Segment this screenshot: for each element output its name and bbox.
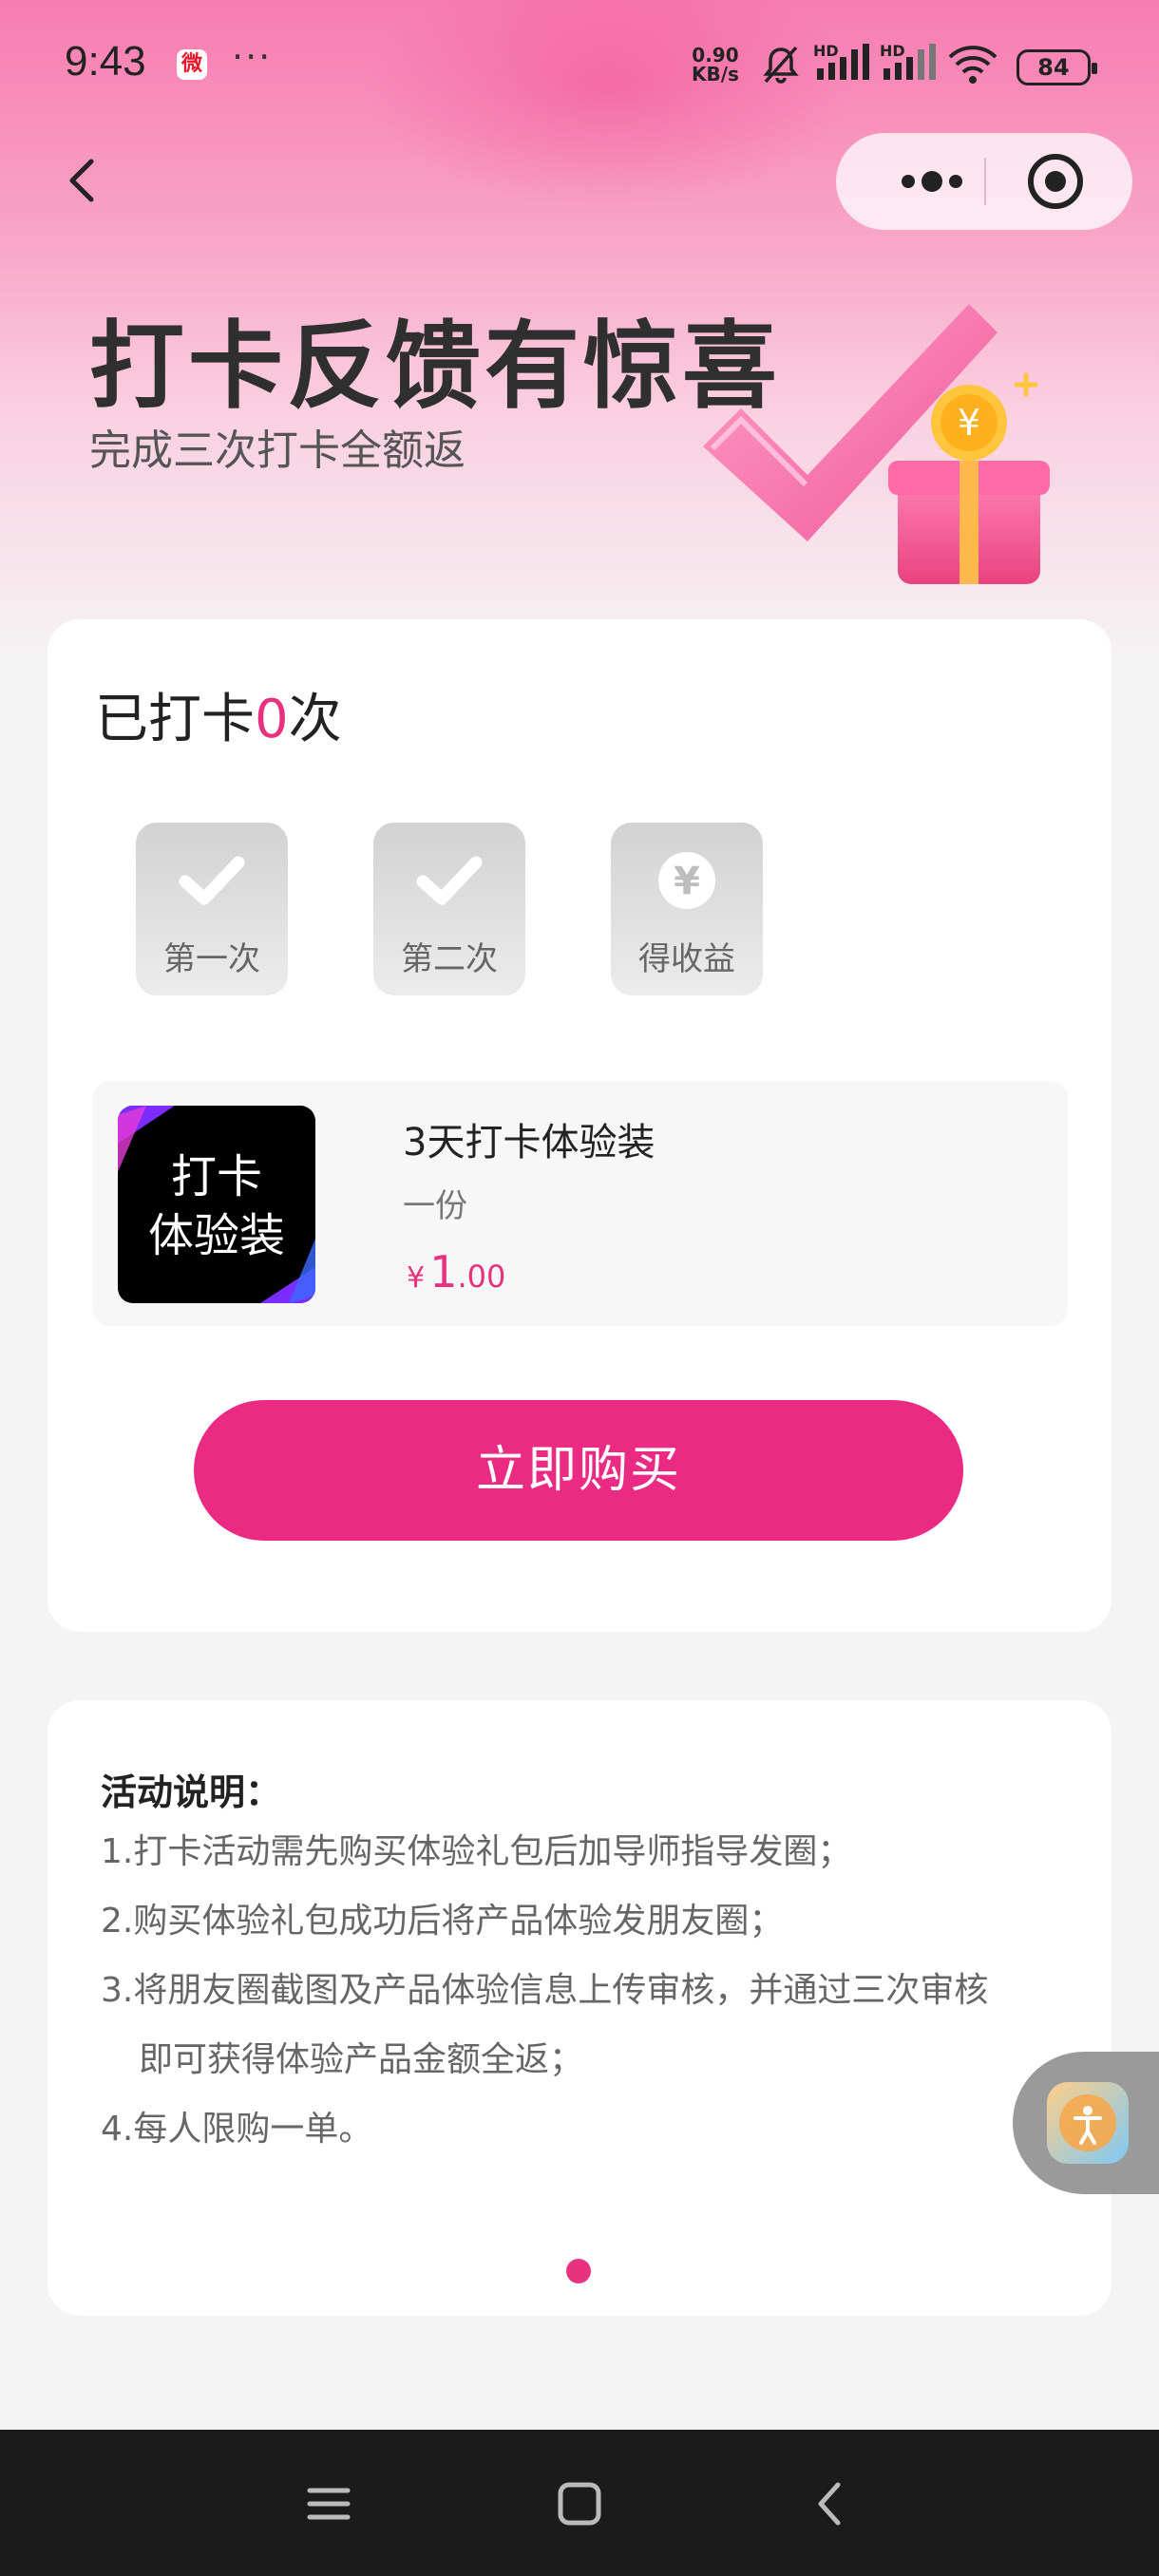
rule-item: 2.购买体验礼包成功后将产品体验发朋友圈； [101, 1902, 784, 1941]
buy-now-button[interactable]: 立即购买 [194, 1400, 963, 1541]
step-label: 得收益 [638, 940, 735, 978]
step-earn: ¥ 得收益 [611, 823, 763, 995]
check-icon [416, 856, 483, 905]
signal-2-icon: HD [880, 42, 939, 84]
price-integer: 1 [429, 1246, 458, 1297]
system-navigation-bar [0, 2430, 1159, 2576]
step-label: 第一次 [163, 940, 260, 978]
step-first: 第一次 [136, 823, 288, 995]
price-decimal: .00 [457, 1259, 506, 1295]
network-speed: 0.90 KB/s [692, 46, 739, 84]
accessibility-icon [1059, 2094, 1116, 2151]
svg-text:¥: ¥ [674, 860, 700, 903]
product-quantity: 一份 [403, 1187, 467, 1225]
product-image-line2: 体验装 [147, 1209, 285, 1262]
svg-text:¥: ¥ [958, 402, 980, 444]
more-options-icon[interactable] [880, 133, 984, 230]
miniprogram-capsule [836, 133, 1132, 230]
rules-title: 活动说明： [101, 1771, 282, 1813]
accessibility-icon-bg [1047, 2082, 1129, 2164]
network-speed-value: 0.90 [692, 44, 739, 66]
wifi-icon [948, 46, 998, 84]
weibo-icon: 微 [177, 49, 207, 80]
network-speed-unit: KB/s [692, 63, 739, 85]
rules-card: 活动说明： 1.打卡活动需先购买体验礼包后加导师指导发圈； 2.购买体验礼包成功… [48, 1700, 1112, 2316]
checkin-count: 0 [255, 689, 289, 750]
accessibility-float-button[interactable] [1013, 2052, 1159, 2194]
rule-item: 3.将朋友圈截图及产品体验信息上传审核，并通过三次审核 [101, 1971, 989, 2010]
mute-bell-icon [763, 46, 799, 84]
yuan-icon: ¥ [658, 852, 715, 909]
product-image-line1: 打卡 [170, 1150, 262, 1203]
hero-title: 打卡反馈有惊喜 [89, 311, 781, 422]
battery-indicator: 84 [1016, 49, 1097, 85]
rule-item: 1.打卡活动需先购买体验礼包后加导师指导发圈； [101, 1832, 852, 1871]
status-time: 9:43 [65, 38, 146, 85]
rule-item-continued: 即可获得体验产品金额全返； [139, 2040, 584, 2079]
product-price: ¥ 1.00 [407, 1246, 505, 1297]
product-item[interactable]: 打卡 体验装 3天打卡体验装 一份 ¥ 1.00 [93, 1081, 1068, 1326]
checkin-prefix: 已打卡 [95, 689, 255, 750]
capsule-divider [984, 158, 986, 205]
status-bar: 9:43 微 ··· 0.90 KB/s HD HD 84 [0, 0, 1159, 133]
status-overflow: ··· [232, 36, 273, 78]
signal-1-icon: HD [813, 42, 872, 84]
check-icon [179, 856, 245, 905]
rule-item: 4.每人限购一单。 [101, 2110, 373, 2149]
page-indicator-dot [566, 2259, 591, 2283]
checkmark-gift-illustration-icon: ¥ [703, 304, 1050, 584]
price-currency: ¥ [407, 1261, 426, 1295]
checkin-count-title: 已打卡0次 [95, 676, 342, 753]
product-name: 3天打卡体验装 [403, 1121, 656, 1165]
back-nav-icon[interactable] [802, 2475, 859, 2532]
hero-subtitle: 完成三次打卡全额返 [89, 426, 466, 475]
home-square-icon[interactable] [551, 2475, 608, 2532]
back-chevron-icon[interactable] [59, 152, 106, 209]
product-image: 打卡 体验装 [118, 1106, 315, 1303]
close-miniprogram-icon[interactable] [1024, 150, 1087, 213]
step-second: 第二次 [373, 823, 525, 995]
checkin-suffix: 次 [288, 689, 342, 750]
checkin-card: 已打卡0次 第一次 第二次 ¥ 得收益 打卡 体验装 3天打卡体验装 一份 ¥ … [48, 619, 1112, 1632]
step-label: 第二次 [401, 940, 498, 978]
menu-icon[interactable] [300, 2475, 357, 2532]
